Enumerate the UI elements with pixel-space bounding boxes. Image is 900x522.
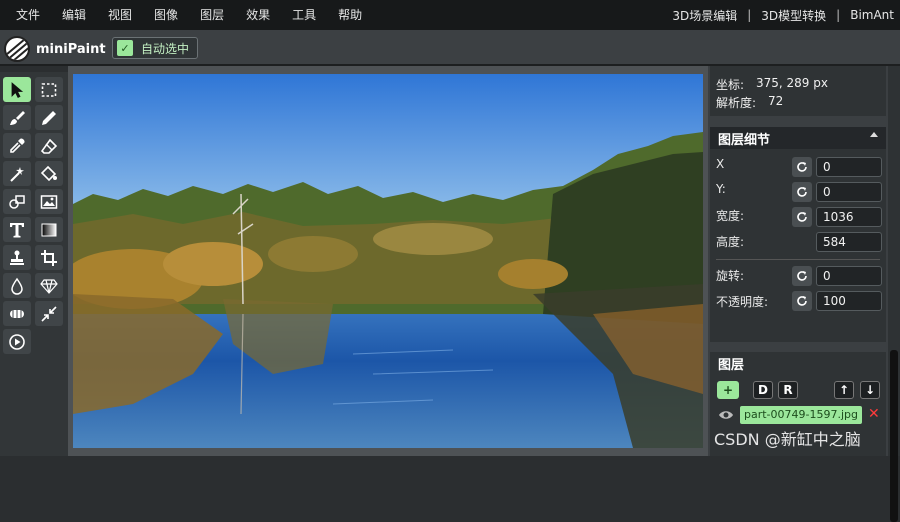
y-input[interactable]: 0 bbox=[816, 182, 882, 202]
attributes-toolbar: miniPaint ✓ 自动选中 bbox=[0, 30, 900, 66]
x-label: X bbox=[716, 157, 725, 171]
eyedropper-icon[interactable] bbox=[3, 133, 31, 158]
menu-layers[interactable]: 图层 bbox=[189, 0, 235, 30]
opacity-label: 不透明度: bbox=[716, 295, 769, 309]
menu-help[interactable]: 帮助 bbox=[327, 0, 373, 30]
menu-right-links: 3D场景编辑 | 3D模型转换 | BimAnt bbox=[672, 0, 894, 30]
gradient-icon[interactable] bbox=[35, 217, 63, 242]
height-label: 高度: bbox=[716, 235, 745, 249]
menu-bar: 文件 编辑 视图 图像 图层 效果 工具 帮助 3D场景编辑 | 3D模型转换 … bbox=[0, 0, 900, 30]
layer-details-panel: X 0 Y: 0 宽度: 1036 高度: 584 旋转: 0 不透明度: 10… bbox=[710, 149, 886, 342]
app-logo[interactable]: miniPaint bbox=[4, 36, 106, 62]
reset-opacity-icon[interactable] bbox=[792, 291, 812, 311]
resolution-value: 72 bbox=[768, 94, 784, 108]
image-icon[interactable] bbox=[35, 189, 63, 214]
logo-icon bbox=[4, 36, 30, 62]
fill-bucket-icon[interactable] bbox=[35, 161, 63, 186]
canvas-area[interactable] bbox=[68, 66, 708, 456]
layers-header[interactable]: 图层 bbox=[710, 352, 886, 374]
shapes-icon[interactable] bbox=[3, 189, 31, 214]
brush-icon[interactable] bbox=[3, 105, 31, 130]
resolution-label: 解析度: bbox=[716, 96, 757, 110]
pencil-icon[interactable] bbox=[35, 105, 63, 130]
menu-separator: | bbox=[747, 8, 752, 22]
duplicate-layer-button[interactable]: D bbox=[753, 381, 773, 399]
collapse-caret-icon[interactable] bbox=[870, 132, 878, 137]
move-layer-down-button[interactable]: ↓ bbox=[860, 381, 880, 399]
width-input[interactable]: 1036 bbox=[816, 207, 882, 227]
text-icon[interactable] bbox=[3, 217, 31, 242]
rect-select-icon[interactable] bbox=[35, 77, 63, 102]
add-layer-button[interactable]: + bbox=[717, 381, 739, 399]
panel-divider bbox=[716, 259, 880, 260]
auto-select-checkbox[interactable]: ✓ bbox=[117, 40, 133, 56]
height-input[interactable]: 584 bbox=[816, 232, 882, 252]
blur-drop-icon[interactable] bbox=[3, 273, 31, 298]
visibility-eye-icon[interactable] bbox=[718, 408, 734, 422]
rotate-input[interactable]: 0 bbox=[816, 266, 882, 286]
coords-label: 坐标: bbox=[716, 78, 745, 92]
x-input[interactable]: 0 bbox=[816, 157, 882, 177]
reset-y-icon[interactable] bbox=[792, 182, 812, 202]
resize-icon[interactable] bbox=[35, 301, 63, 326]
coords-value: 375, 289 px bbox=[756, 76, 828, 90]
sidebar-scrollbar[interactable] bbox=[888, 66, 900, 522]
auto-select-label: 自动选中 bbox=[141, 41, 190, 56]
reset-x-icon[interactable] bbox=[792, 157, 812, 177]
scrollbar-thumb[interactable] bbox=[890, 350, 898, 522]
layer-details-header[interactable]: 图层细节 bbox=[710, 127, 886, 149]
layer-details-title: 图层细节 bbox=[718, 132, 771, 148]
layer-item[interactable]: part-00749-1597.jpg ✕ bbox=[710, 404, 886, 426]
select-arrow-icon[interactable] bbox=[3, 77, 31, 102]
link-3d-model-converter[interactable]: 3D模型转换 bbox=[761, 7, 826, 24]
rotate-label: 旋转: bbox=[716, 269, 745, 283]
eraser-icon[interactable] bbox=[35, 133, 63, 158]
play-icon[interactable] bbox=[3, 329, 31, 354]
watermark-text: CSDN @新缸中之脑 bbox=[714, 430, 861, 449]
bulge-icon[interactable] bbox=[3, 301, 31, 326]
delete-layer-icon[interactable]: ✕ bbox=[868, 406, 880, 422]
layer-name[interactable]: part-00749-1597.jpg bbox=[740, 406, 862, 424]
tools-palette bbox=[0, 72, 68, 456]
auto-select-toggle[interactable]: ✓ 自动选中 bbox=[112, 37, 199, 59]
width-label: 宽度: bbox=[716, 209, 745, 223]
magic-wand-icon[interactable] bbox=[3, 161, 31, 186]
link-3d-scene-editor[interactable]: 3D场景编辑 bbox=[672, 7, 737, 24]
layers-title: 图层 bbox=[718, 357, 745, 373]
landscape-photo bbox=[73, 74, 703, 448]
crop-icon[interactable] bbox=[35, 245, 63, 270]
menu-effects[interactable]: 效果 bbox=[235, 0, 281, 30]
menu-separator: | bbox=[836, 8, 841, 22]
y-label: Y: bbox=[716, 182, 726, 196]
sharpen-icon[interactable] bbox=[35, 273, 63, 298]
menu-file[interactable]: 文件 bbox=[0, 0, 51, 30]
menu-tools[interactable]: 工具 bbox=[281, 0, 327, 30]
reset-width-icon[interactable] bbox=[792, 207, 812, 227]
raster-layer-button[interactable]: R bbox=[778, 381, 798, 399]
menu-view[interactable]: 视图 bbox=[97, 0, 143, 30]
menu-image[interactable]: 图像 bbox=[143, 0, 189, 30]
move-layer-up-button[interactable]: ↑ bbox=[834, 381, 854, 399]
app-name: miniPaint bbox=[36, 41, 106, 57]
link-bimant[interactable]: BimAnt bbox=[850, 8, 894, 22]
menu-edit[interactable]: 编辑 bbox=[51, 0, 97, 30]
reset-rotate-icon[interactable] bbox=[792, 266, 812, 286]
info-panel: 坐标: 375, 289 px 解析度: 72 bbox=[710, 66, 886, 116]
clone-stamp-icon[interactable] bbox=[3, 245, 31, 270]
image-canvas[interactable] bbox=[73, 74, 703, 448]
opacity-input[interactable]: 100 bbox=[816, 291, 882, 311]
